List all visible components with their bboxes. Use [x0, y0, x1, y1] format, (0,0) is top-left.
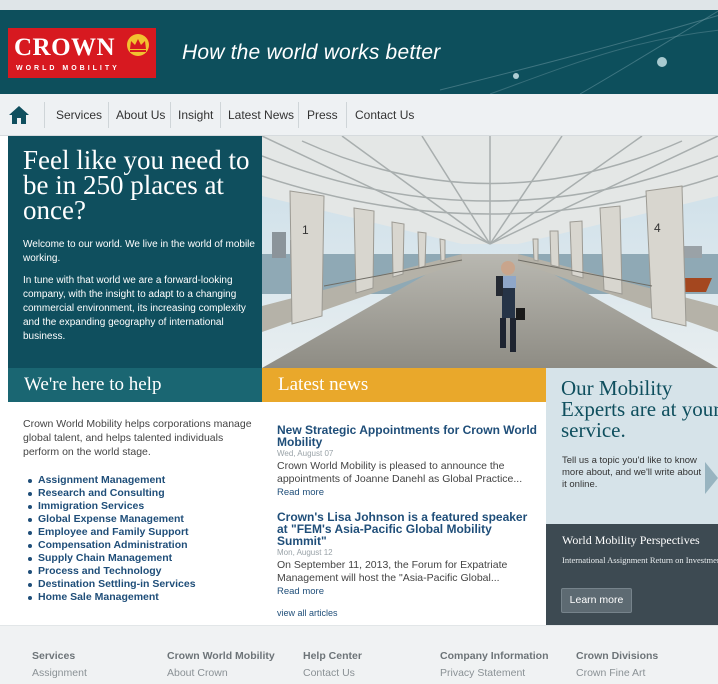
footer-column: Crown World Mobility About Crown — [167, 650, 275, 679]
news-article-title[interactable]: Crown's Lisa Johnson is a featured speak… — [277, 511, 539, 547]
footer-heading: Crown World Mobility — [167, 650, 275, 662]
nav-divider — [170, 102, 171, 128]
news-article-summary: On September 11, 2013, the Forum for Exp… — [277, 559, 508, 584]
service-link[interactable]: Destination Settling-in Services — [27, 578, 257, 591]
footer-link[interactable]: About Crown — [167, 667, 275, 679]
service-link[interactable]: Supply Chain Management — [27, 552, 257, 565]
pillar-number-left: 1 — [302, 223, 309, 237]
header-swirl-decoration — [439, 10, 718, 94]
nav-item-contact-us[interactable]: Contact Us — [355, 108, 414, 122]
news-article: New Strategic Appointments for Crown Wor… — [277, 424, 539, 498]
perspectives-title: World Mobility Perspectives — [562, 533, 700, 547]
help-section-title: We're here to help — [8, 368, 262, 402]
read-more-link[interactable]: Read more — [277, 586, 539, 597]
crown-logo[interactable]: CROWN WORLD MOBILITY — [8, 28, 156, 78]
experts-heading: Our Mobility Experts are at your service… — [561, 376, 718, 442]
nav-divider — [220, 102, 221, 128]
footer-heading: Services — [32, 650, 76, 662]
news-section-title[interactable]: Latest news — [262, 368, 546, 402]
footer-heading: Company Information — [440, 650, 549, 662]
footer-column: Company Information Privacy Statement — [440, 650, 549, 679]
service-link[interactable]: Assignment Management — [27, 474, 257, 487]
services-list: Assignment Management Research and Consu… — [27, 474, 257, 604]
news-article-title[interactable]: New Strategic Appointments for Crown Wor… — [277, 424, 539, 448]
news-article-summary: Crown World Mobility is pleased to annou… — [277, 460, 523, 485]
nav-item-latest-news[interactable]: Latest News — [228, 108, 294, 122]
footer-link[interactable]: Assignment — [32, 667, 87, 679]
service-link[interactable]: Process and Technology — [27, 565, 257, 578]
nav-item-insight[interactable]: Insight — [178, 108, 213, 122]
nav-item-about-us[interactable]: About Us — [116, 108, 165, 122]
logo-subtitle: WORLD MOBILITY — [16, 65, 120, 72]
nav-divider — [346, 102, 347, 128]
service-link[interactable]: Global Expense Management — [27, 513, 257, 526]
news-article: Crown's Lisa Johnson is a featured speak… — [277, 511, 539, 597]
footer-heading: Crown Divisions — [576, 650, 659, 662]
perspectives-subtitle: International Assignment Return on Inves… — [562, 555, 718, 565]
site-header: CROWN WORLD MOBILITY How the world works… — [0, 0, 718, 94]
footer-link[interactable]: Crown Fine Art — [576, 667, 658, 679]
pillar-number-right: 4 — [654, 221, 661, 235]
news-article-date: Wed, August 07 — [277, 449, 334, 458]
service-link[interactable]: Immigration Services — [27, 500, 257, 513]
hero-heading: Feel like you need to be in 250 places a… — [23, 145, 250, 225]
experts-text: Tell us a topic you'd like to know more … — [562, 455, 702, 490]
footer-heading: Help Center — [303, 650, 362, 662]
service-link[interactable]: Compensation Administration — [27, 539, 257, 552]
nav-item-services[interactable]: Services — [56, 108, 102, 122]
arrow-right-icon[interactable] — [705, 462, 718, 494]
view-all-articles-link[interactable]: view all articles — [277, 608, 338, 618]
footer-link[interactable]: Privacy Statement — [440, 667, 549, 679]
site-footer: Services Assignment Crown World Mobility… — [0, 625, 718, 684]
service-link[interactable]: Home Sale Management — [27, 591, 257, 604]
nav-divider — [298, 102, 299, 128]
main-nav: Services About Us Insight Latest News Pr… — [0, 94, 718, 136]
service-link[interactable]: Employee and Family Support — [27, 526, 257, 539]
news-article-date: Mon, August 12 — [277, 548, 333, 557]
header-top-strip — [0, 0, 718, 10]
service-link[interactable]: Research and Consulting — [27, 487, 257, 500]
perspectives-panel: World Mobility Perspectives Internationa… — [546, 524, 718, 625]
hero-intro: Welcome to our world. We live in the wor… — [23, 239, 255, 264]
pier-illustration: 1 4 — [262, 136, 718, 368]
logo-word: CROWN — [14, 34, 116, 61]
help-intro-text: Crown World Mobility helps corporations … — [23, 418, 252, 458]
footer-column: Help Center Contact Us — [303, 650, 362, 679]
learn-more-button[interactable]: Learn more — [561, 588, 632, 613]
hero-body: In tune with that world we are a forward… — [23, 275, 246, 342]
header-tagline: How the world works better — [182, 41, 441, 64]
footer-link[interactable]: Contact Us — [303, 667, 362, 679]
crown-emblem-icon — [127, 34, 149, 56]
read-more-link[interactable]: Read more — [277, 487, 539, 498]
footer-column: Services Assignment — [32, 650, 87, 679]
hero-pier-photo: 1 4 — [262, 136, 718, 368]
experts-panel: Our Mobility Experts are at your service… — [546, 368, 718, 524]
nav-divider — [44, 102, 45, 128]
nav-item-press[interactable]: Press — [307, 108, 338, 122]
hero-panel: Feel like you need to be in 250 places a… — [8, 136, 262, 368]
nav-divider — [108, 102, 109, 128]
footer-column: Crown Divisions Crown Fine Art — [576, 650, 658, 679]
home-icon[interactable] — [8, 104, 30, 126]
